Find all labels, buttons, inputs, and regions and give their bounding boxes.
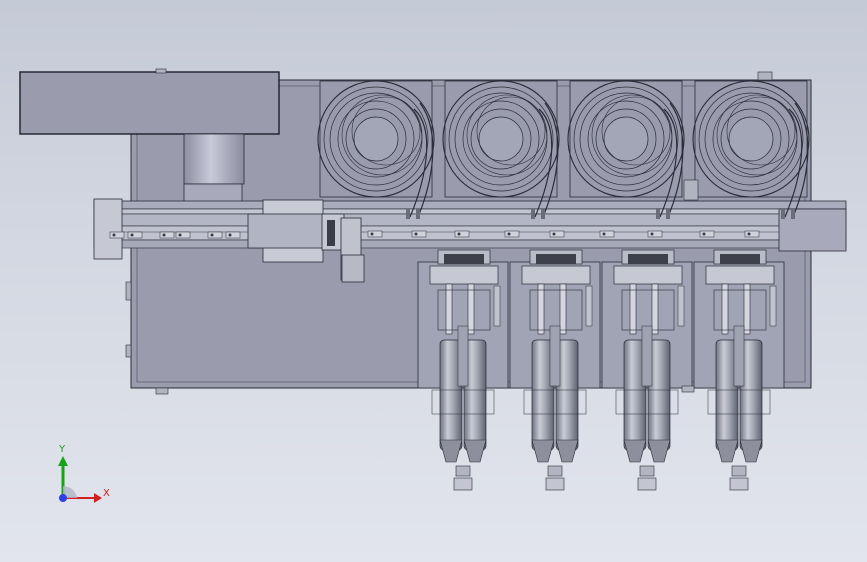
bottom-foot [155, 387, 169, 395]
bottom-foot-2 [681, 385, 695, 393]
rail-screw [175, 231, 191, 239]
rail-screw [504, 230, 520, 238]
cylinder-actuator [509, 249, 601, 491]
side-tab-left [125, 281, 132, 301]
rail-screw [647, 230, 663, 238]
top-housing-box [19, 71, 280, 135]
rail-screw [207, 231, 223, 239]
rail-screw [225, 231, 241, 239]
rail-screw [549, 230, 565, 238]
linear-rail [93, 200, 847, 249]
rail-right-end [778, 208, 847, 252]
rail-screw [127, 231, 143, 239]
top-tab [757, 71, 773, 81]
top-foot [155, 68, 167, 74]
rail-screw [411, 230, 427, 238]
machine-assembly-drawing[interactable] [0, 0, 867, 562]
cylinder-actuator [417, 249, 509, 491]
rail-screw [109, 231, 125, 239]
orientation-triad[interactable] [44, 438, 124, 518]
vertical-column [183, 133, 245, 185]
y-axis-label: Y [59, 444, 66, 455]
rail-left-end [93, 198, 123, 260]
cylinder-actuator [693, 249, 785, 491]
rail-screw [599, 230, 615, 238]
rail-screw [699, 230, 715, 238]
rail-screw [367, 230, 383, 238]
reel-bracket [683, 179, 699, 201]
rail-screw [159, 231, 175, 239]
rail-screw [454, 230, 470, 238]
cylinder-actuator [601, 249, 693, 491]
side-tab-left-2 [125, 344, 132, 358]
z-axis-dot [59, 494, 67, 502]
cad-viewport[interactable]: Y X [0, 0, 867, 562]
x-axis-label: X [103, 488, 110, 499]
rail-screw [744, 230, 760, 238]
